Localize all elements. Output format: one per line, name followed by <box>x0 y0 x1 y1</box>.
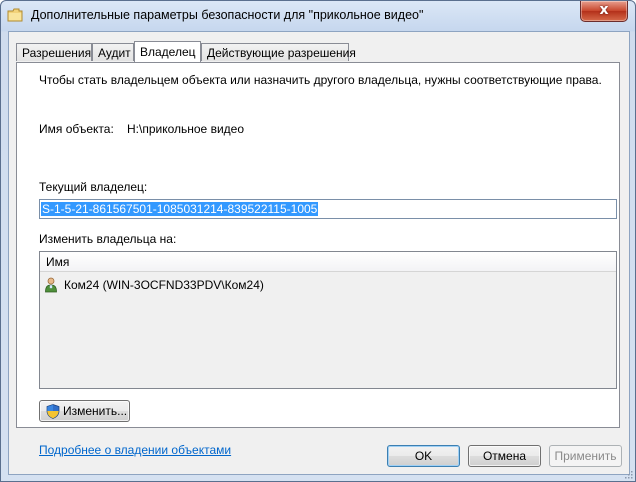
object-name-value: H:\прикольное видео <box>127 122 244 136</box>
resize-grip-icon[interactable] <box>623 469 633 479</box>
current-owner-value: S-1-5-21-861567501-1085031214-839522115-… <box>41 202 319 216</box>
change-owner-button[interactable]: Изменить... <box>39 400 130 422</box>
current-owner-label: Текущий владелец: <box>39 180 148 194</box>
close-icon: x <box>599 2 609 18</box>
info-text: Чтобы стать владельцем объекта или назна… <box>39 73 602 87</box>
ok-button[interactable]: OK <box>387 445 460 467</box>
tab-effective-permissions[interactable]: Действующие разрешения <box>201 43 356 61</box>
user-icon <box>45 277 57 293</box>
dialog-window: Дополнительные параметры безопасности дл… <box>0 0 636 482</box>
tab-permissions[interactable]: Разрешения <box>16 43 92 61</box>
change-owner-label: Изменить владельца на: <box>39 232 177 246</box>
list-column-header-name[interactable]: Имя <box>40 252 616 272</box>
window-title: Дополнительные параметры безопасности дл… <box>31 8 424 22</box>
owner-candidates-list[interactable]: Имя Ком24 (WIN-3OCFND33PDV\Ком24) <box>39 251 617 389</box>
uac-shield-icon <box>46 404 60 419</box>
learn-more-ownership-link[interactable]: Подробнее о владении объектами <box>39 443 231 457</box>
owner-tab-panel: Чтобы стать владельцем объекта или назна… <box>16 62 620 457</box>
title-bar[interactable]: Дополнительные параметры безопасности дл… <box>1 1 635 31</box>
tab-audit[interactable]: Аудит <box>92 43 134 61</box>
cancel-button[interactable]: Отмена <box>468 445 541 467</box>
object-name-label: Имя объекта: <box>39 122 114 136</box>
list-header-label: Имя <box>46 255 70 269</box>
apply-button[interactable]: Применить <box>549 445 622 467</box>
list-item-label: Ком24 (WIN-3OCFND33PDV\Ком24) <box>64 278 264 292</box>
close-button[interactable]: x <box>580 1 628 22</box>
change-owner-button-label: Изменить... <box>63 404 128 418</box>
tab-owner[interactable]: Владелец <box>134 41 201 62</box>
dialog-client-area: Разрешения Аудит Владелец Действующие ра… <box>8 31 630 475</box>
folder-icon <box>7 8 23 22</box>
current-owner-field[interactable]: S-1-5-21-861567501-1085031214-839522115-… <box>39 199 617 219</box>
